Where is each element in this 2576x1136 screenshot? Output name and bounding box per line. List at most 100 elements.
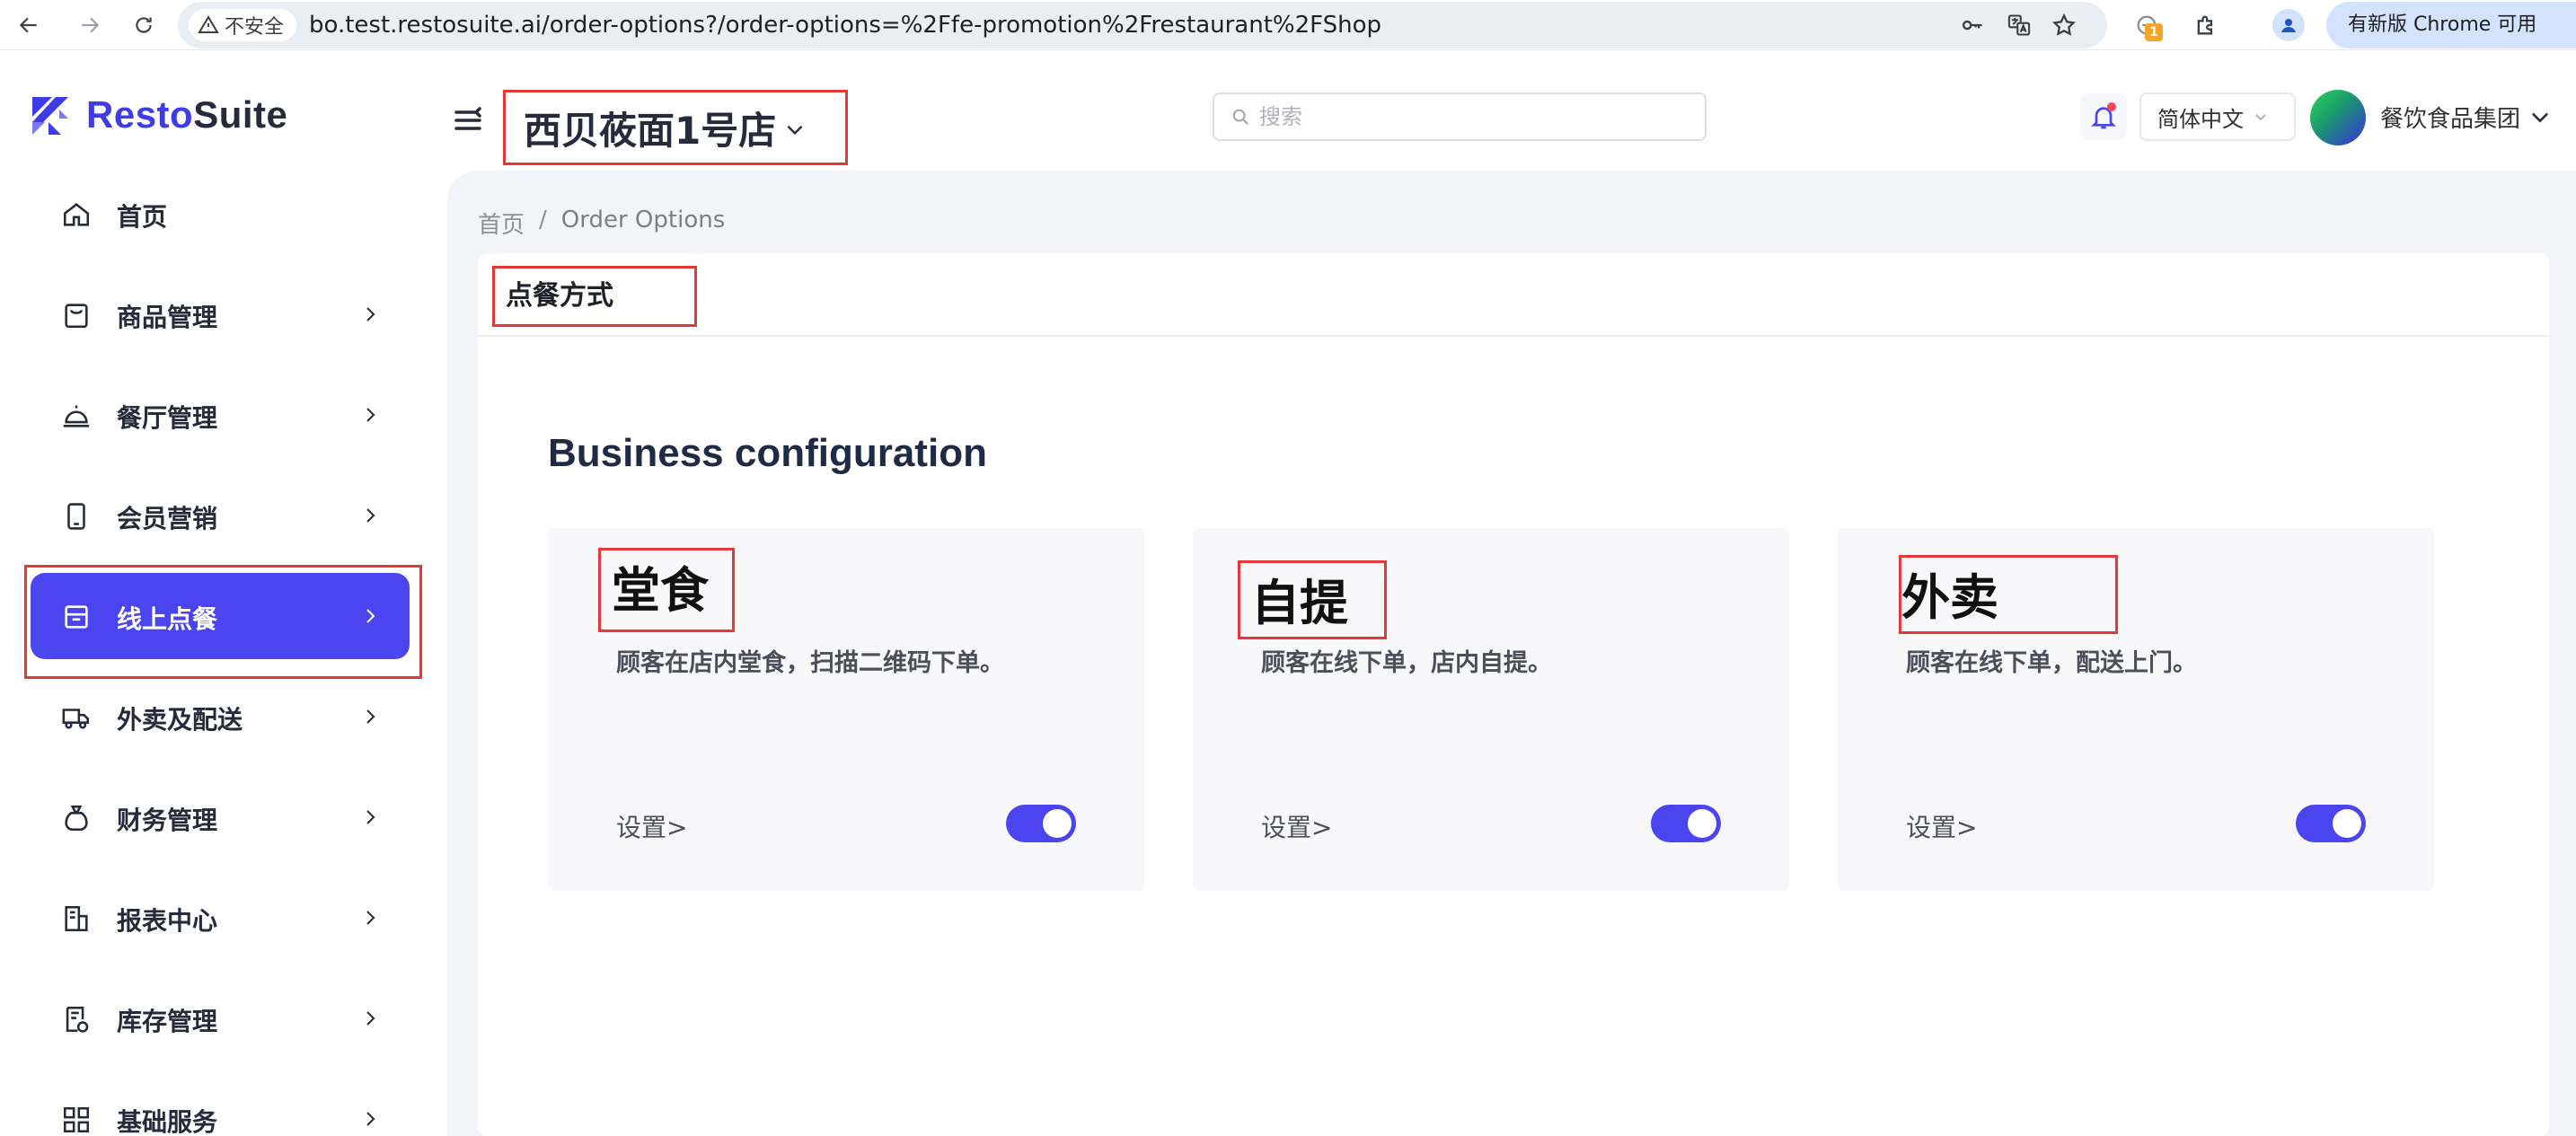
sidebar-item-label: 财务管理	[117, 806, 218, 835]
chevron-right-icon	[359, 1108, 381, 1130]
truck-icon	[61, 702, 92, 733]
sidebar-item-inventory[interactable]: 库存管理	[31, 975, 410, 1061]
sidebar-item-delivery[interactable]: 外卖及配送	[31, 674, 410, 760]
restosuite-logo-icon	[32, 97, 68, 135]
chevron-right-icon	[359, 907, 381, 929]
pickup-card: 自提 顾客在线下单，店内自提。 设置>	[1193, 528, 1789, 891]
sidebar-item-online-ordering[interactable]: 线上点餐	[31, 573, 410, 659]
cloche-icon	[61, 401, 92, 431]
menu-toggle-button[interactable]	[451, 102, 487, 138]
sidebar-item-label: 库存管理	[117, 1007, 218, 1036]
toggle-knob	[1688, 809, 1716, 838]
language-label: 简体中文	[2157, 106, 2244, 132]
dine-in-toggle[interactable]	[1006, 805, 1076, 842]
sidebar-item-products[interactable]: 商品管理	[31, 271, 410, 357]
puzzle-icon	[2197, 15, 2212, 35]
password-key-button[interactable]	[1958, 11, 1987, 40]
chevron-right-icon	[359, 706, 381, 727]
dine-in-settings-link[interactable]: 设置>	[616, 808, 687, 844]
chevron-right-icon	[359, 304, 381, 325]
search-box[interactable]	[1213, 92, 1707, 141]
chevron-down-icon	[2255, 114, 2266, 121]
url-text[interactable]: bo.test.restosuite.ai/order-options?/ord…	[309, 2, 1381, 48]
browser-toolbar: 不安全 bo.test.restosuite.ai/order-options?…	[0, 0, 2576, 50]
breadcrumb-separator: /	[539, 207, 547, 233]
chevron-down-icon	[787, 125, 803, 136]
sidebar-item-label: 会员营销	[117, 504, 218, 533]
sidebar-item-home[interactable]: 首页	[31, 171, 410, 257]
search-input[interactable]	[1259, 104, 1681, 129]
sidebar-item-finance[interactable]: 财务管理	[31, 774, 410, 860]
section-heading: Business configuration	[548, 431, 987, 475]
sidebar-item-label: 报表中心	[117, 906, 218, 936]
report-icon	[61, 903, 92, 934]
chrome-update-chip[interactable]: 有新版 Chrome 可用	[2326, 2, 2576, 48]
sidebar-item-label: 基础服务	[117, 1107, 218, 1136]
notification-button[interactable]	[2080, 93, 2127, 140]
user-avatar[interactable]	[2310, 90, 2366, 145]
sidebar-item-label: 线上点餐	[117, 604, 218, 634]
site-security-chip[interactable]: 不安全	[189, 9, 297, 41]
sidebar-item-membership[interactable]: 会员营销	[31, 472, 410, 559]
money-bag-icon	[61, 803, 92, 833]
card-title-highlight: 自提	[1238, 560, 1387, 639]
sidebar-item-label: 商品管理	[117, 303, 218, 332]
forward-button[interactable]	[72, 7, 108, 43]
forward-arrow-icon	[82, 17, 100, 33]
logo-wordmark: RestoSuite	[86, 93, 287, 136]
card-title-highlight: 堂食	[598, 548, 735, 632]
store-name: 西贝莜面1号店	[524, 108, 777, 153]
sidebar-item-label: 外卖及配送	[117, 705, 243, 735]
reload-icon	[136, 17, 152, 33]
logo-suite: Suite	[193, 93, 288, 136]
delivery-card: 外卖 顾客在线下单，配送上门。 设置>	[1838, 528, 2434, 891]
sidebar-item-restaurant[interactable]: 餐厅管理	[31, 372, 410, 458]
notification-dot	[2107, 102, 2116, 111]
card-description: 顾客在线下单，店内自提。	[1261, 649, 1552, 677]
chevron-right-icon	[359, 1008, 381, 1029]
back-arrow-icon	[19, 17, 37, 33]
extensions-button[interactable]	[2188, 7, 2224, 43]
chevron-right-icon	[359, 505, 381, 526]
card-title: 自提	[1251, 575, 1348, 631]
chevron-right-icon	[359, 806, 381, 828]
profile-button[interactable]	[2272, 9, 2305, 41]
reload-button[interactable]	[126, 7, 162, 43]
language-selector[interactable]: 简体中文	[2139, 92, 2296, 141]
store-selector[interactable]: 西贝莜面1号店	[503, 90, 848, 165]
grid-icon	[61, 1105, 92, 1135]
restosuite-logo[interactable]: RestoSuite	[29, 93, 287, 136]
logo-resto: Resto	[86, 93, 194, 136]
home-icon	[61, 199, 92, 230]
menu-fold-icon	[454, 107, 481, 130]
pickup-toggle[interactable]	[1651, 805, 1721, 842]
sidebar-item-reports[interactable]: 报表中心	[31, 875, 410, 961]
sidebar-item-basic-services[interactable]: 基础服务	[31, 1076, 410, 1136]
card-title-highlight: 外卖	[1899, 555, 2118, 634]
star-icon	[2051, 13, 2077, 36]
delivery-toggle[interactable]	[2296, 805, 2366, 842]
dine-in-card: 堂食 顾客在店内堂食，扫描二维码下单。 设置>	[548, 528, 1144, 891]
search-icon	[1232, 109, 1249, 126]
back-button[interactable]	[11, 7, 47, 43]
panel-divider	[478, 335, 2549, 337]
bookmark-button[interactable]	[2050, 11, 2078, 40]
extension-counter-button[interactable]: 1	[2129, 7, 2165, 43]
card-description: 顾客在线下单，配送上门。	[1906, 649, 2197, 677]
extension-badge: 1	[2145, 23, 2163, 41]
pickup-settings-link[interactable]: 设置>	[1261, 808, 1332, 844]
card-description: 顾客在店内堂食，扫描二维码下单。	[616, 649, 1004, 677]
toggle-knob	[1043, 809, 1072, 838]
card-title: 外卖	[1901, 569, 1998, 626]
person-icon	[2281, 19, 2296, 32]
org-name[interactable]: 餐饮食品集团	[2380, 101, 2520, 134]
translate-icon	[2007, 14, 2031, 36]
bag-icon	[61, 300, 92, 330]
breadcrumb-home[interactable]: 首页	[478, 207, 525, 240]
chevron-right-icon	[359, 605, 381, 627]
address-bar[interactable]: 不安全 bo.test.restosuite.ai/order-options?…	[178, 2, 2107, 48]
delivery-settings-link[interactable]: 设置>	[1906, 808, 1977, 844]
toggle-knob	[2333, 809, 2361, 838]
chevron-down-icon[interactable]	[2527, 104, 2553, 129]
translate-button[interactable]	[2005, 11, 2033, 40]
